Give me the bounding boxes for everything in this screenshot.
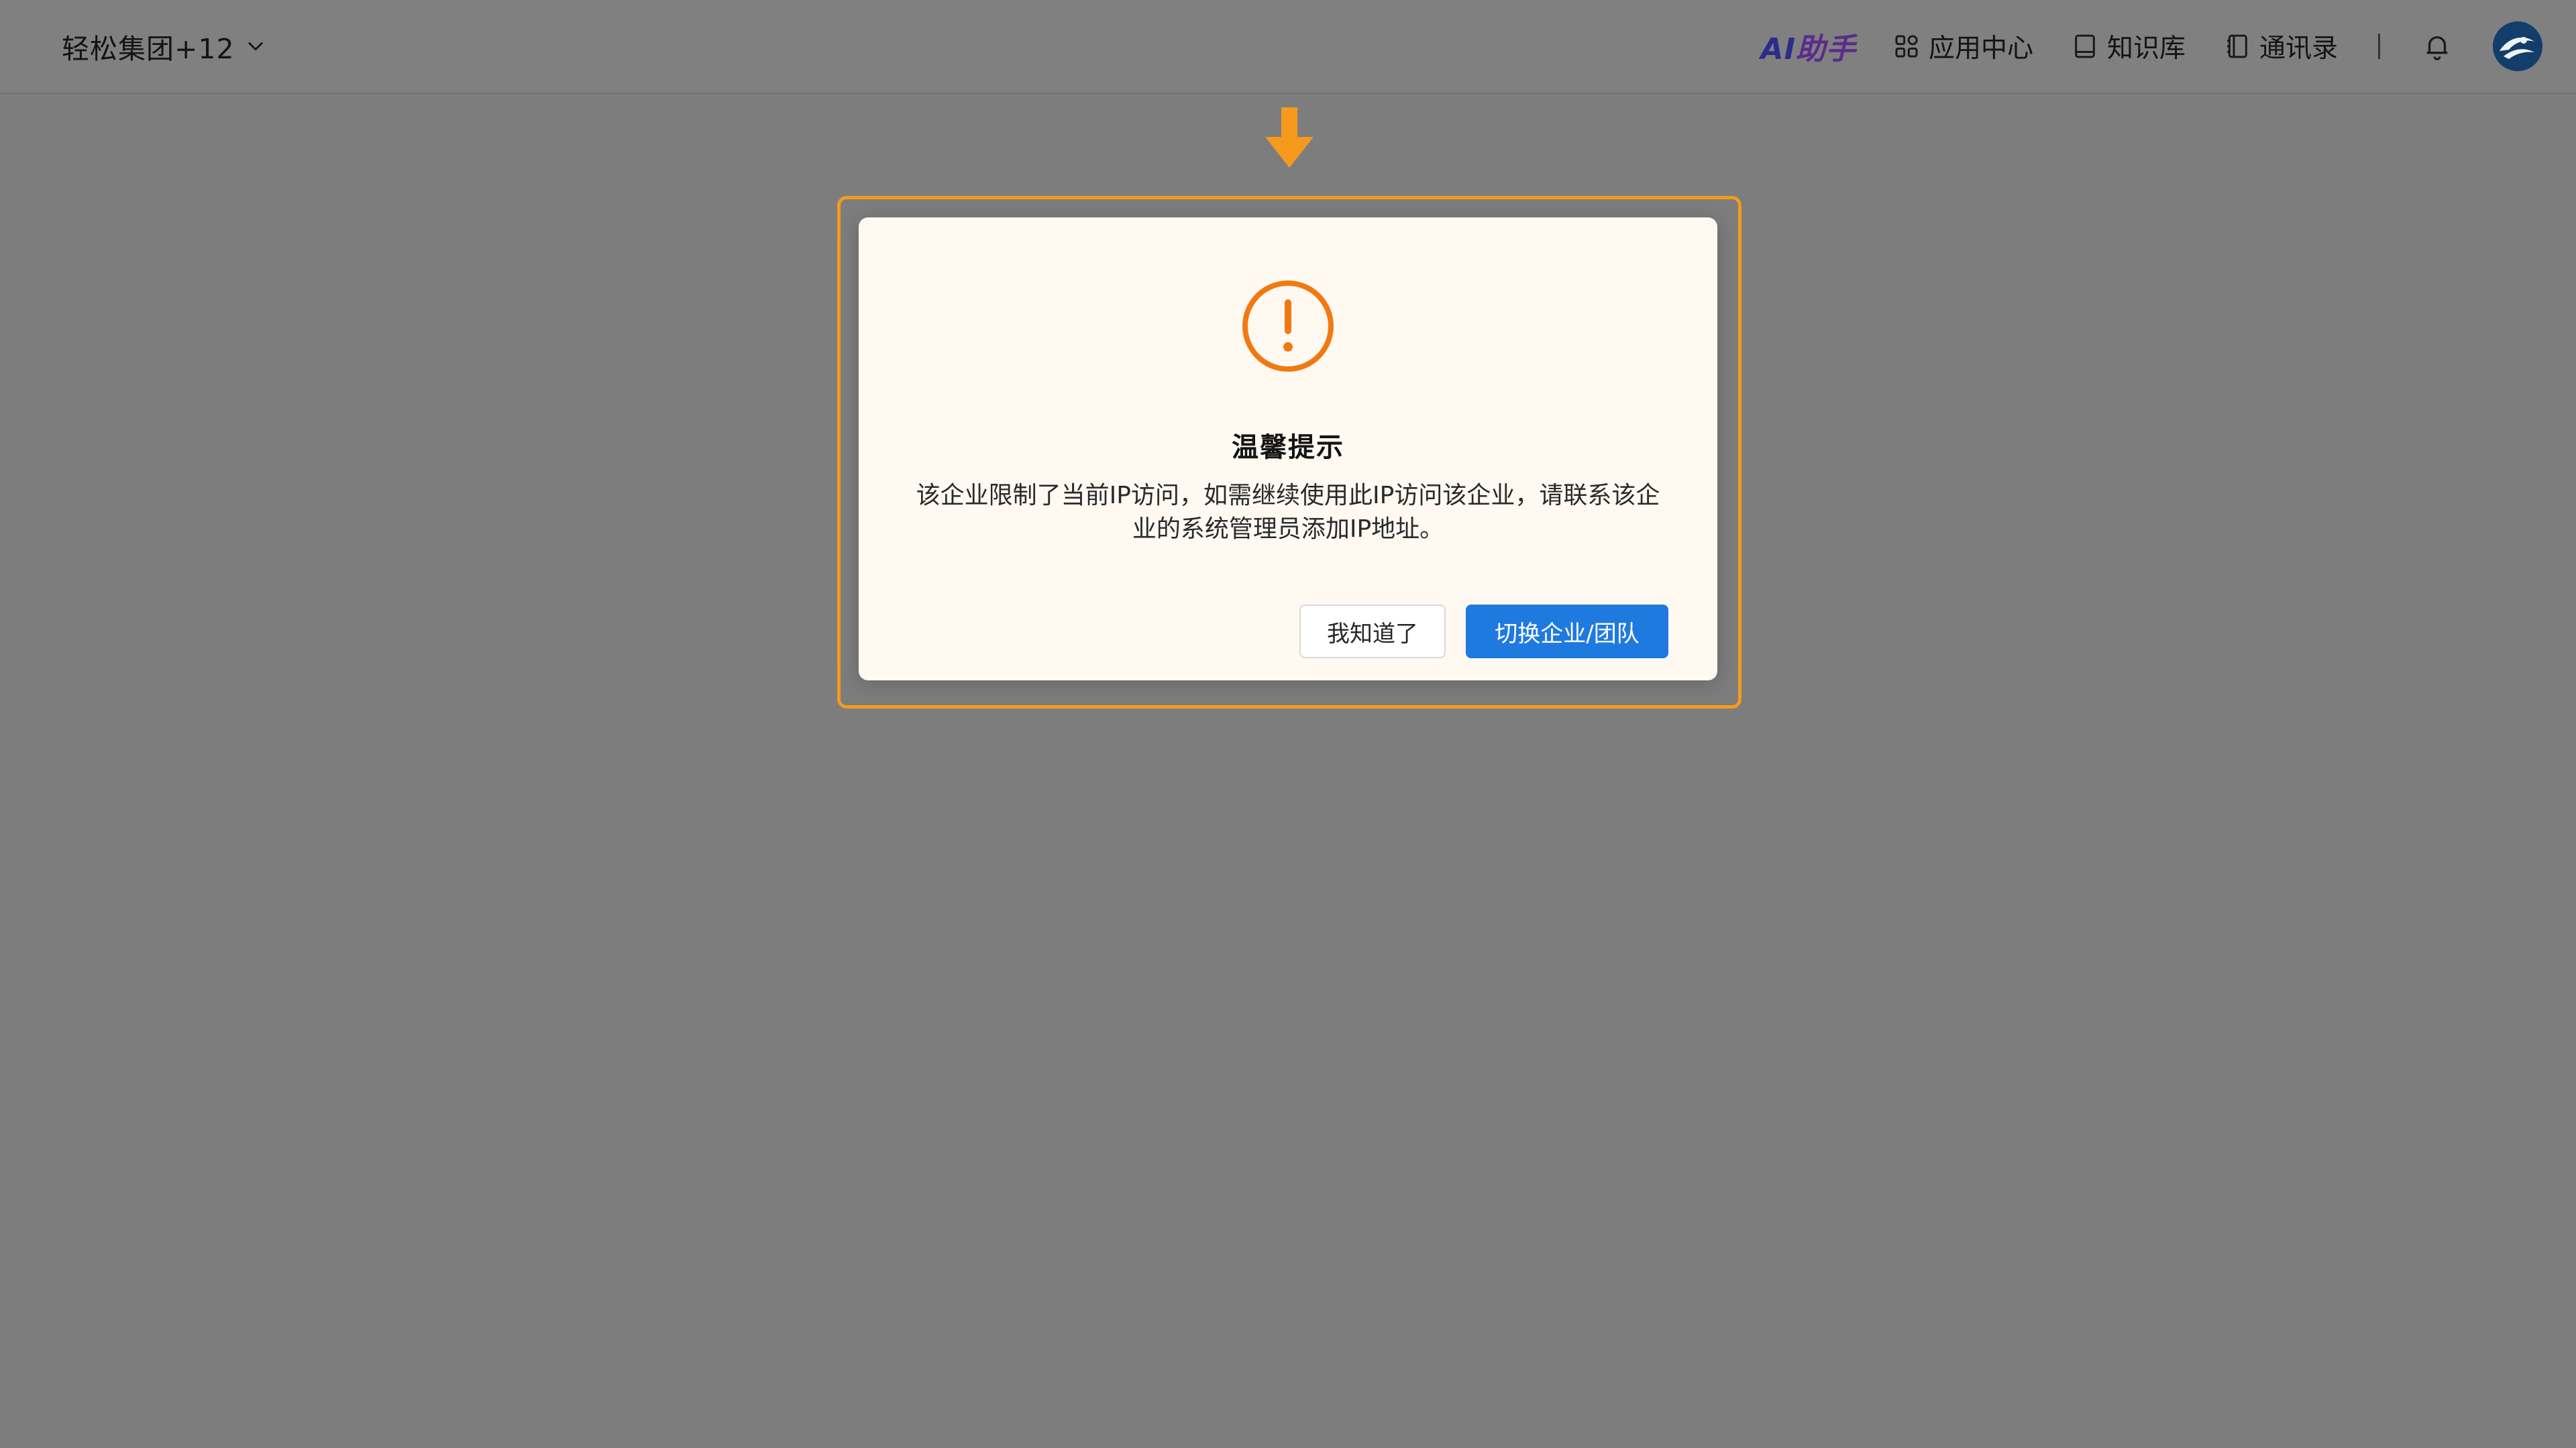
apps-grid-icon [1892,32,1921,60]
contacts-icon [2223,32,2251,60]
ai-logo-helper-text: 助手 [1795,32,1856,66]
ip-restriction-dialog: 温馨提示 该企业限制了当前IP访问，如需继续使用此IP访问该企业，请联系该企业的… [859,217,1717,680]
avatar[interactable] [2493,21,2542,71]
dialog-title: 温馨提示 [1232,432,1344,463]
nav-contacts[interactable]: 通讯录 [2223,28,2338,65]
acknowledge-button[interactable]: 我知道了 [1299,605,1446,658]
header-right-nav: AI助手 应用中心 知识库 通讯录 [1761,0,2542,93]
switch-org-button[interactable]: 切换企业/团队 [1466,605,1668,658]
warning-circle-icon [1242,280,1334,372]
nav-knowledge-base[interactable]: 知识库 [2071,28,2186,65]
nav-app-center[interactable]: 应用中心 [1892,28,2033,65]
ai-assistant-logo[interactable]: AI助手 [1761,25,1856,68]
org-switcher[interactable]: 轻松集团+12 [62,26,267,66]
org-name: 轻松集团+12 [62,33,235,65]
arrow-down-icon [1265,107,1313,168]
nav-label: 通讯录 [2259,34,2338,64]
book-icon [2071,32,2099,60]
header-divider [2378,34,2380,59]
ai-logo-text: AI [1760,32,1796,66]
nav-label: 应用中心 [1928,34,2033,64]
dialog-message: 该企业限制了当前IP访问，如需继续使用此IP访问该企业，请联系该企业的系统管理员… [916,482,1660,543]
bell-icon[interactable] [2420,30,2454,63]
top-header: 轻松集团+12 AI助手 应用中心 知识库 通讯录 [0,0,2576,94]
chevron-down-icon [244,35,267,58]
page: 轻松集团+12 AI助手 应用中心 知识库 通讯录 温馨提示 该企业限制了当前I… [0,0,2576,1448]
nav-label: 知识库 [2106,34,2186,64]
